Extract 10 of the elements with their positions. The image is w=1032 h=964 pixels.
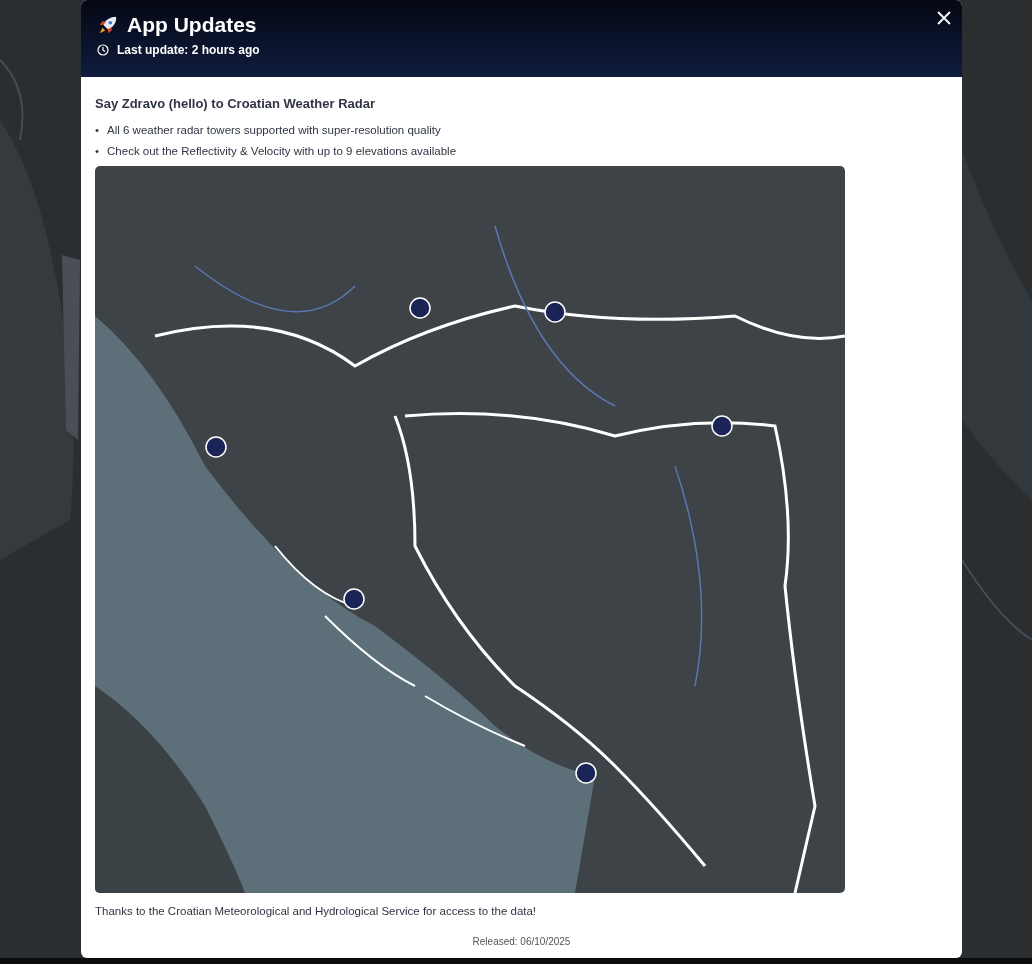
bullet-marker: • [95,122,100,138]
thanks-text: Thanks to the Croatian Meteorological and Hydrological Service for access to the data! [95,904,538,919]
clock-icon [97,44,109,57]
last-update-text: Last update: 2 hours ago [117,42,260,60]
bullet-text: All 6 weather radar towers supported with super-resolution quality [107,122,441,138]
modal-title: App Updates [127,12,257,38]
release-date: Released: 06/10/2025 [471,935,572,950]
bullet-marker: • [95,143,100,159]
update-heading: Say Zdravo (hello) to Croatian Weather Radar [95,95,377,113]
bullet-text: Check out the Reflectivity & Velocity with up to 9 elevations available [107,143,457,159]
